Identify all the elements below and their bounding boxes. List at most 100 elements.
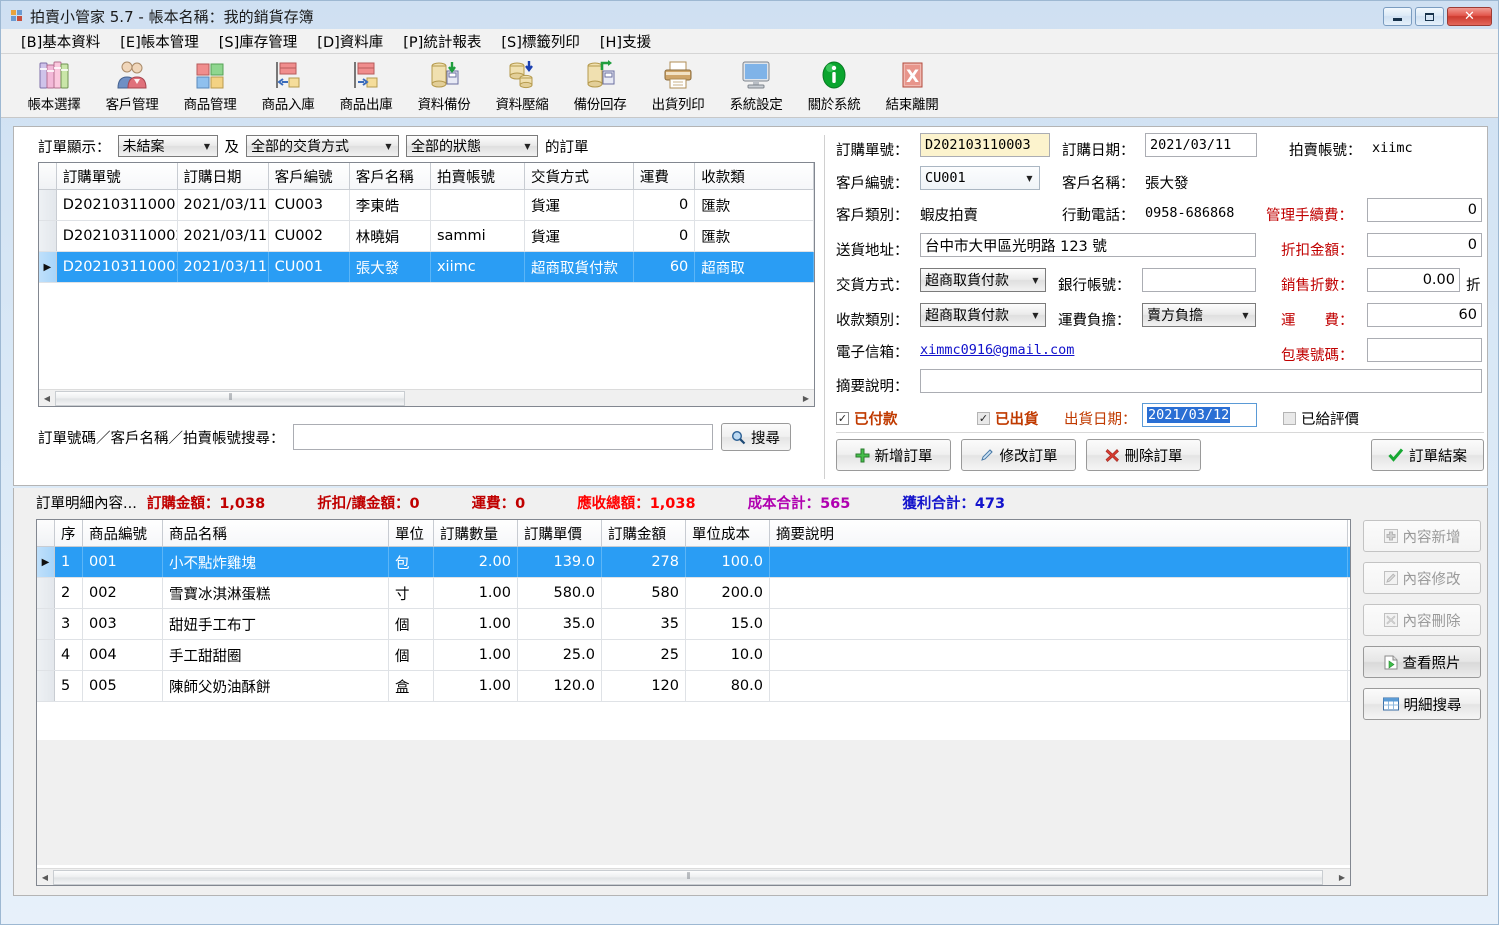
toolbar-button-products[interactable]: 商品管理 bbox=[171, 57, 249, 113]
table-row[interactable]: D202103110002 2021/03/11 CU002 林曉娟 sammi… bbox=[39, 221, 814, 252]
item-search-button[interactable]: 明細搜尋 bbox=[1363, 688, 1481, 720]
maximize-button[interactable] bbox=[1415, 7, 1444, 26]
discount-amount-field[interactable]: 0 bbox=[1367, 233, 1482, 257]
rated-checkbox[interactable]: 已給評價 bbox=[1283, 408, 1359, 429]
toolbar-button-system-settings[interactable]: 系統設定 bbox=[717, 57, 795, 113]
table-row[interactable]: ▶ 1 001 小不點炸雞塊 包 2.00 139.0 278 100.0 bbox=[37, 547, 1350, 578]
bank-account-field[interactable] bbox=[1142, 268, 1256, 292]
search-input[interactable] bbox=[292, 424, 713, 450]
orders-col-order-date[interactable]: 訂購日期 bbox=[177, 163, 269, 189]
paid-checkbox[interactable]: ✓ 已付款 bbox=[836, 408, 898, 429]
cell-order-date: 2021/03/11 bbox=[178, 221, 269, 251]
close-button[interactable]: ✕ bbox=[1447, 7, 1492, 26]
scroll-track[interactable]: ⦀ bbox=[53, 868, 1334, 885]
payment-select[interactable]: 超商取貨付款 ▼ bbox=[920, 303, 1046, 327]
email-link[interactable]: ximmc0916@gmail.com bbox=[920, 342, 1074, 358]
ship-date-label: 出貨日期： bbox=[1064, 412, 1137, 428]
filter-delivery-select[interactable]: 全部的交貨方式 ▼ bbox=[246, 135, 399, 157]
toolbar-button-stock-in[interactable]: 商品入庫 bbox=[249, 57, 327, 113]
row-indicator: ▶ bbox=[37, 547, 55, 577]
orders-grid-hscrollbar[interactable]: ◀ ⦀ ▶ bbox=[39, 389, 814, 406]
menu-item-inventory[interactable]: [S]庫存管理 bbox=[209, 28, 308, 55]
search-button[interactable]: 搜尋 bbox=[720, 423, 791, 451]
cust-no-select[interactable]: CU001 ▼ bbox=[920, 166, 1040, 190]
table-row[interactable]: ▶ D202103110003 2021/03/11 CU001 張大發 xii… bbox=[39, 252, 814, 283]
address-field[interactable]: 台中市大甲區光明路 123 號 bbox=[920, 233, 1256, 257]
toolbar-label: 資料備份 bbox=[417, 97, 471, 113]
toolbar-button-customers[interactable]: 客戶管理 bbox=[93, 57, 171, 113]
items-col-price[interactable]: 訂購單價 bbox=[518, 520, 602, 546]
items-col-amount[interactable]: 訂購金額 bbox=[602, 520, 686, 546]
scroll-thumb[interactable]: ⦀ bbox=[55, 390, 405, 406]
toolbar-button-restore[interactable]: 備份回存 bbox=[561, 57, 639, 113]
order-date-field[interactable]: 2021/03/11 bbox=[1145, 133, 1257, 157]
add-order-button[interactable]: 新增訂單 bbox=[836, 439, 951, 471]
items-col-seq[interactable]: 序 bbox=[55, 520, 83, 546]
toolbar-button-print-shipping[interactable]: 出貨列印 bbox=[639, 57, 717, 113]
row-indicator-header bbox=[39, 163, 57, 189]
menu-item-database[interactable]: [D]資料庫 bbox=[307, 28, 393, 55]
edit-order-button[interactable]: 修改訂單 bbox=[961, 439, 1076, 471]
cell-auction-acct: xiimc bbox=[431, 252, 525, 282]
items-col-unit[interactable]: 單位 bbox=[389, 520, 434, 546]
filter-state-select[interactable]: 全部的狀態 ▼ bbox=[406, 135, 538, 157]
parcel-no-field[interactable] bbox=[1367, 338, 1482, 362]
cell-unit-cost: 10.0 bbox=[686, 640, 770, 670]
table-row[interactable]: 4 004 手工甜甜圈 個 1.00 25.0 25 10.0 bbox=[37, 640, 1350, 671]
delete-order-button[interactable]: 刪除訂單 bbox=[1086, 439, 1201, 471]
scroll-right-icon[interactable]: ▶ bbox=[1334, 873, 1350, 882]
minimize-button[interactable] bbox=[1383, 7, 1412, 26]
orders-col-delivery[interactable]: 交貨方式 bbox=[524, 163, 634, 189]
admin-fee-field[interactable]: 0 bbox=[1367, 198, 1482, 222]
view-photo-button[interactable]: 查看照片 bbox=[1363, 646, 1481, 678]
table-row[interactable]: 2 002 雪寶冰淇淋蛋糕 寸 1.00 580.0 580 200.0 bbox=[37, 578, 1350, 609]
shipped-checkbox[interactable]: ✓ 已出貨 bbox=[977, 408, 1039, 429]
orders-col-freight[interactable]: 運費 bbox=[633, 163, 696, 189]
ship-date-field[interactable]: 2021/03/12 bbox=[1142, 403, 1257, 427]
menu-item-reports[interactable]: [P]統計報表 bbox=[393, 28, 491, 55]
table-row[interactable]: 5 005 陳師父奶油酥餅 盒 1.00 120.0 120 80.0 bbox=[37, 671, 1350, 702]
sale-discount-field[interactable]: 0.00 bbox=[1367, 268, 1460, 292]
toolbar-button-backup[interactable]: 資料備份 bbox=[405, 57, 483, 113]
items-col-qty[interactable]: 訂購數量 bbox=[434, 520, 518, 546]
toolbar-button-about[interactable]: 關於系統 bbox=[795, 57, 873, 113]
items-col-product-name[interactable]: 商品名稱 bbox=[163, 520, 389, 546]
toolbar-button-exit[interactable]: X 結束離開 bbox=[873, 57, 951, 113]
filter-status-select[interactable]: 未結案 ▼ bbox=[117, 135, 218, 157]
item-delete-button[interactable]: 內容刪除 bbox=[1363, 604, 1481, 636]
menu-item-support[interactable]: [H]支援 bbox=[590, 28, 661, 55]
order-items-grid[interactable]: 序 商品編號 商品名稱 單位 訂購數量 訂購單價 訂購金額 單位成本 摘要說明 … bbox=[36, 519, 1351, 886]
freight-field[interactable]: 60 bbox=[1367, 303, 1482, 327]
scroll-track[interactable]: ⦀ bbox=[55, 389, 798, 406]
item-add-button[interactable]: 內容新增 bbox=[1363, 520, 1481, 552]
toolbar-button-compress[interactable]: 資料壓縮 bbox=[483, 57, 561, 113]
orders-col-payment[interactable]: 收款類 bbox=[695, 163, 814, 189]
table-row[interactable]: D202103110001 2021/03/11 CU003 李東皓 貨運 0 … bbox=[39, 190, 814, 221]
toolbar-button-stock-out[interactable]: 商品出庫 bbox=[327, 57, 405, 113]
orders-col-cust-name[interactable]: 客戶名稱 bbox=[349, 163, 431, 189]
item-edit-button[interactable]: 內容修改 bbox=[1363, 562, 1481, 594]
items-grid-hscrollbar[interactable]: ◀ ⦀ ▶ bbox=[37, 868, 1350, 885]
orders-grid[interactable]: 訂購單號 訂購日期 客戶編號 客戶名稱 拍賣帳號 交貨方式 運費 收款類 D20… bbox=[38, 162, 815, 407]
items-col-product-no[interactable]: 商品編號 bbox=[83, 520, 163, 546]
table-row[interactable]: 3 003 甜妞手工布丁 個 1.00 35.0 35 15.0 bbox=[37, 609, 1350, 640]
scroll-left-icon[interactable]: ◀ bbox=[37, 873, 53, 882]
close-order-button[interactable]: 訂單結案 bbox=[1371, 439, 1484, 471]
menu-item-basic[interactable]: [B]基本資料 bbox=[11, 28, 110, 55]
toolbar-button-ledger-select[interactable]: 帳本選擇 bbox=[15, 57, 93, 113]
scroll-left-icon[interactable]: ◀ bbox=[39, 394, 55, 403]
freight-bearer-select[interactable]: 賣方負擔 ▼ bbox=[1142, 303, 1256, 327]
menu-item-ledger[interactable]: [E]帳本管理 bbox=[110, 28, 208, 55]
orders-col-cust-no[interactable]: 客戶編號 bbox=[268, 163, 350, 189]
menu-item-labels[interactable]: [S]標籤列印 bbox=[491, 28, 590, 55]
scroll-thumb[interactable]: ⦀ bbox=[53, 869, 1323, 885]
items-col-memo[interactable]: 摘要說明 bbox=[770, 520, 1348, 546]
orders-panel: 訂單顯示： 未結案 ▼ 及 全部的交貨方式 ▼ 全部的狀態 ▼ 的訂單 訂購單號… bbox=[13, 126, 1488, 486]
orders-col-auction-acct[interactable]: 拍賣帳號 bbox=[430, 163, 525, 189]
items-col-unit-cost[interactable]: 單位成本 bbox=[686, 520, 770, 546]
delivery-select[interactable]: 超商取貨付款 ▼ bbox=[920, 268, 1046, 292]
orders-col-order-no[interactable]: 訂購單號 bbox=[56, 163, 178, 189]
memo-field[interactable] bbox=[920, 369, 1482, 393]
scroll-right-icon[interactable]: ▶ bbox=[798, 394, 814, 403]
order-no-field[interactable]: D202103110003 bbox=[920, 133, 1050, 157]
